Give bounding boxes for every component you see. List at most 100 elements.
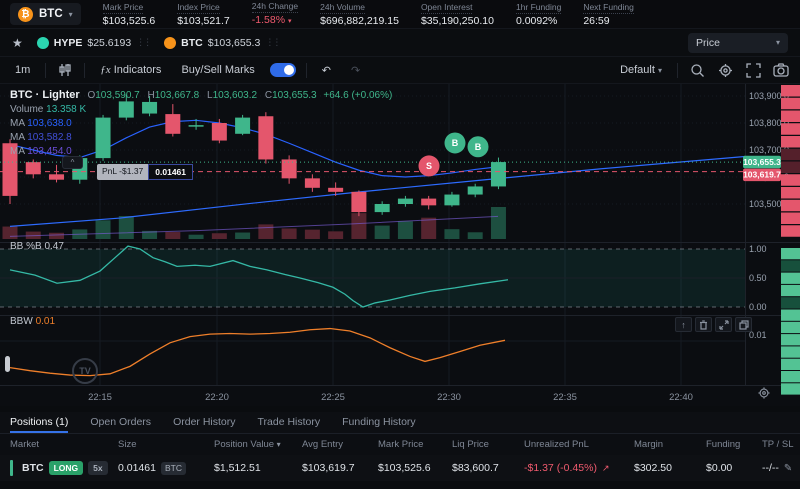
- chevron-down-icon: ▾: [658, 66, 662, 75]
- chart-legend: BTC · Lighter O103,590.7 H103,667.8 L103…: [10, 88, 392, 159]
- funding: $0.00: [706, 462, 762, 474]
- svg-text:22:30: 22:30: [437, 392, 461, 403]
- unrealized-pnl: -$1.37 (-0.45%): [524, 462, 597, 474]
- tab-open-orders[interactable]: Open Orders: [90, 416, 151, 433]
- tab-trade-history[interactable]: Trade History: [258, 416, 321, 433]
- btc-coin-icon: [164, 37, 176, 49]
- market-selector[interactable]: ₿ BTC ▾: [10, 3, 81, 25]
- divider: [84, 63, 85, 78]
- svg-text:103,619.7: 103,619.7: [743, 170, 781, 180]
- hype-coin-icon: [37, 37, 49, 49]
- pane-restore-button[interactable]: [735, 317, 752, 332]
- positions-table-header: Market Size Position Value ▾ Avg Entry M…: [0, 434, 800, 455]
- tradingview-logo: TV: [72, 358, 98, 384]
- side-badge: LONG: [49, 461, 84, 475]
- stat-1hr-funding: 1hr Funding 0.0092%: [516, 2, 561, 26]
- liq-price: $83,600.7: [452, 462, 524, 474]
- stat-24h-change: 24h Change -1.58% ▾: [252, 1, 298, 27]
- ma-indicator-label[interactable]: MA: [10, 146, 24, 157]
- top-stats-bar: ₿ BTC ▾ Mark Price $103,525.6 Index Pric…: [0, 0, 800, 28]
- search-icon[interactable]: [688, 61, 706, 79]
- price-dropdown[interactable]: Price ▾: [688, 33, 788, 53]
- pane-delete-button[interactable]: [695, 317, 712, 332]
- watch-item-hype[interactable]: HYPE $25.6193 ⋮⋮: [37, 37, 150, 49]
- pnl-value: PnL -$1.37: [97, 164, 148, 180]
- svg-text:103,655.3: 103,655.3: [743, 157, 781, 167]
- svg-text:S: S: [426, 161, 432, 171]
- stat-mark-price: Mark Price $103,525.6: [103, 2, 156, 26]
- indicators-button[interactable]: ƒx Indicators: [95, 61, 166, 79]
- divider: [677, 63, 678, 78]
- axis-settings-gear-icon[interactable]: [757, 386, 771, 405]
- position-market: BTC: [22, 462, 44, 474]
- bbw-indicator-label[interactable]: BBW 0.01: [10, 316, 55, 327]
- chart-toolbar: 1m ƒx Indicators Buy/Sell Marks ↶ ↷ Defa…: [0, 56, 800, 84]
- tab-funding-history[interactable]: Funding History: [342, 416, 416, 433]
- stat-next-funding: Next Funding 26:59: [583, 2, 634, 26]
- drag-handle-icon[interactable]: ⋮⋮: [136, 37, 150, 48]
- fullscreen-icon[interactable]: [744, 61, 762, 79]
- tab-positions[interactable]: Positions (1): [10, 416, 68, 433]
- chevron-down-icon: ▾: [69, 10, 73, 19]
- share-pnl-icon[interactable]: ↗: [602, 463, 610, 474]
- settings-gear-icon[interactable]: [716, 61, 734, 79]
- margin: $302.50: [634, 462, 706, 474]
- svg-text:B: B: [452, 138, 459, 148]
- svg-text:22:20: 22:20: [205, 392, 229, 403]
- mark-price: $103,525.6: [378, 462, 452, 474]
- tpsl-value: --/--: [762, 462, 779, 474]
- avg-entry: $103,619.7: [302, 462, 378, 474]
- redo-button[interactable]: ↷: [346, 61, 365, 80]
- favorites-star-icon[interactable]: ★: [12, 36, 23, 50]
- position-value: $1,512.51: [214, 462, 302, 474]
- svg-text:1.00: 1.00: [749, 244, 767, 254]
- ma-indicator-label[interactable]: MA: [10, 132, 24, 143]
- chart-area: 103,900.0103,800.0103,700.0103,600.0103,…: [0, 84, 800, 406]
- divider: [306, 63, 307, 78]
- svg-text:22:25: 22:25: [321, 392, 345, 403]
- drag-handle-icon[interactable]: ⋮⋮: [265, 37, 279, 48]
- svg-text:22:15: 22:15: [88, 392, 112, 403]
- stat-24h-volume: 24h Volume $696,882,219.15: [320, 2, 399, 26]
- leverage-badge: 5x: [88, 461, 107, 475]
- btc-coin-icon: ₿: [18, 7, 33, 22]
- watchlist-bar: ★ HYPE $25.6193 ⋮⋮ BTC $103,655.3 ⋮⋮ Pri…: [0, 28, 800, 56]
- sort-caret-icon: ▾: [277, 440, 281, 449]
- tab-order-history[interactable]: Order History: [173, 416, 235, 433]
- legend-collapse-button[interactable]: ^: [62, 156, 83, 169]
- bbpb-indicator-label[interactable]: BB %B 0.47: [10, 241, 64, 252]
- divider: [45, 63, 46, 78]
- pane-maximize-button[interactable]: [715, 317, 732, 332]
- buysell-marks-label: Buy/Sell Marks: [176, 61, 259, 79]
- change-down-icon: ▾: [288, 18, 292, 25]
- position-size: 0.01461: [118, 462, 156, 474]
- buysell-marks-toggle[interactable]: [270, 63, 296, 77]
- pane-controls: ↑: [675, 317, 752, 332]
- camera-snapshot-icon[interactable]: [772, 61, 790, 79]
- candle-style-button[interactable]: [56, 61, 74, 79]
- interval-button[interactable]: 1m: [10, 61, 35, 79]
- svg-text:22:40: 22:40: [669, 392, 693, 403]
- stat-index-price: Index Price $103,521.7: [177, 2, 230, 26]
- pane-move-up-button[interactable]: ↑: [675, 317, 692, 332]
- positions-tabs: Positions (1) Open Orders Order History …: [0, 412, 800, 434]
- pane-resize-handle[interactable]: [5, 356, 10, 372]
- stat-open-interest: Open Interest $35,190,250.10: [421, 2, 494, 26]
- svg-text:0.50: 0.50: [749, 273, 767, 283]
- sortable-column[interactable]: Position Value ▾: [214, 439, 302, 450]
- size-unit-chip: BTC: [161, 462, 186, 475]
- edit-tpsl-icon[interactable]: ✎: [784, 463, 792, 474]
- watch-item-btc[interactable]: BTC $103,655.3 ⋮⋮: [164, 37, 279, 49]
- volume-indicator-label[interactable]: Volume: [10, 104, 43, 115]
- layout-dropdown[interactable]: Default ▾: [615, 61, 667, 79]
- market-selector-label: BTC: [39, 8, 63, 20]
- ma-indicator-label[interactable]: MA: [10, 118, 24, 129]
- svg-text:22:35: 22:35: [553, 392, 577, 403]
- price-change: +64.6 (+0.06%): [323, 90, 392, 101]
- chevron-down-icon: ▾: [776, 38, 780, 47]
- position-row[interactable]: BTC LONG 5x 0.01461 BTC $1,512.51 $103,6…: [0, 455, 800, 481]
- svg-text:0.00: 0.00: [749, 302, 767, 312]
- fx-icon: ƒx: [100, 64, 110, 76]
- undo-button[interactable]: ↶: [317, 61, 336, 80]
- symbol-title[interactable]: BTC · Lighter: [10, 89, 80, 101]
